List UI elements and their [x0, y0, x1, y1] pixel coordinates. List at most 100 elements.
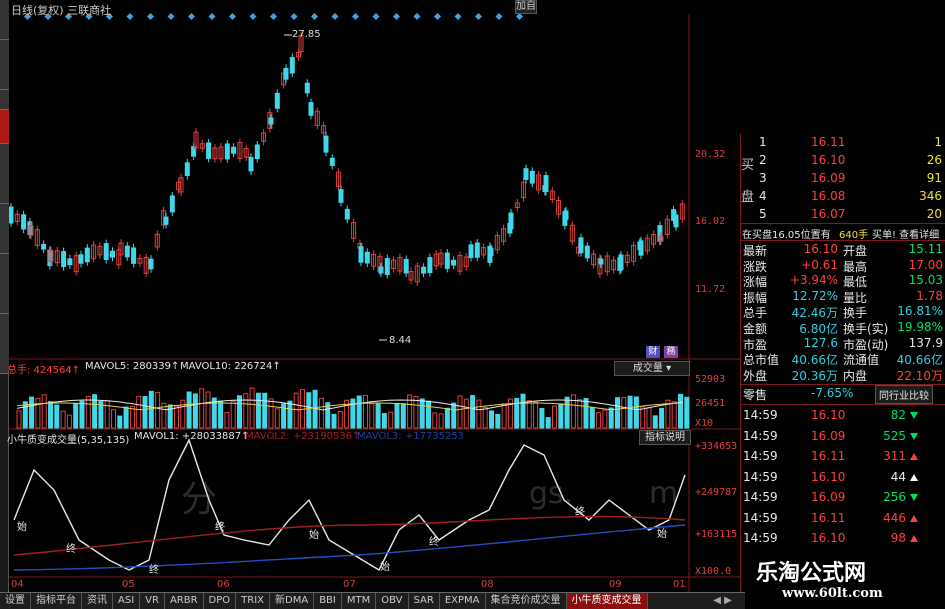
- indicator-tab[interactable]: OBV: [376, 593, 409, 609]
- sector-change: -7.65%: [811, 386, 854, 400]
- candle-body: [131, 247, 137, 264]
- bid-side-label: 买: [741, 158, 755, 173]
- volume-bar: [224, 412, 230, 429]
- indicator-tab[interactable]: BBI: [314, 593, 342, 609]
- bid-row-5[interactable]: 5 16.07 20: [741, 207, 945, 223]
- volume-bar: [394, 402, 400, 429]
- volume-bar: [255, 392, 261, 429]
- quote-field: 15.03: [908, 273, 943, 288]
- volume-bar: [482, 406, 488, 429]
- candle-body: [41, 243, 47, 250]
- volume-bar: [230, 400, 236, 429]
- quote-row: 振幅 12.72% 量比 1.78: [741, 289, 945, 305]
- info-diamond-icon: [392, 12, 401, 21]
- quote-row: 总市值 40.66亿 流通值 40.66亿: [741, 351, 945, 367]
- industry-compare-button[interactable]: 同行业比较: [875, 385, 933, 404]
- watermark-text: gs.: [529, 476, 574, 511]
- info-diamond-icon: [228, 12, 237, 21]
- quote-row: 最新 16.10 开盘 15.11: [741, 242, 945, 258]
- indicator-tab[interactable]: 新DMA: [270, 593, 315, 609]
- tab-scroll-arrows[interactable]: ◀ ▶: [700, 592, 745, 609]
- candle-body: [206, 142, 212, 159]
- volume-bar: [136, 395, 142, 429]
- arrow-down-icon: [910, 494, 918, 501]
- sector-row[interactable]: 零售 -7.65% 同行业比较: [741, 385, 945, 404]
- info-diamond-icon: [269, 12, 278, 21]
- candle-body: [488, 247, 494, 257]
- date-label: 09: [609, 579, 622, 590]
- left-tab[interactable]: [0, 40, 9, 90]
- info-diamond-icon: [474, 12, 483, 21]
- indicator-title: 小牛质变成交量(5,35,135): [7, 435, 130, 446]
- volume-bar: [476, 399, 482, 429]
- tick-price: 16.10: [811, 531, 846, 545]
- info-diamond-icon: [187, 12, 196, 21]
- left-tab[interactable]: [0, 204, 9, 254]
- volume-bar: [659, 407, 665, 429]
- mavol1-label: MAVOL1: +28033887↑: [134, 431, 250, 442]
- volume-bar: [268, 398, 274, 429]
- left-tab-strip[interactable]: [0, 0, 9, 592]
- left-tab-active[interactable]: [0, 110, 9, 144]
- volume-bar: [652, 415, 658, 429]
- info-diamond-icon: [372, 12, 380, 21]
- volume-bar: [73, 402, 79, 429]
- left-tab[interactable]: [0, 0, 9, 40]
- indicator-tab[interactable]: 集合竞价成交量: [486, 593, 567, 609]
- quote-row: 总手 42.46万 换手 16.81%: [741, 304, 945, 320]
- quote-field: 换手: [843, 306, 868, 321]
- indicator-tab[interactable]: ASI: [113, 593, 141, 609]
- volume-bar: [381, 413, 387, 429]
- indicator-tab[interactable]: TRIX: [236, 593, 271, 609]
- bid-row-2[interactable]: 2 16.10 26: [741, 153, 945, 169]
- mavol1-line: [13, 438, 686, 571]
- indicator-help-button[interactable]: 指标说明: [639, 430, 691, 445]
- indicator-axis-label: +249787: [695, 487, 738, 498]
- tick-price: 16.09: [811, 428, 846, 443]
- indicator-tab[interactable]: DPO: [204, 593, 237, 609]
- indicator-marker: 终: [149, 563, 159, 576]
- indicator-tab-bar[interactable]: 设置 指标平台 资讯 ASI VR ARBR DPO TRIX 新DMA BBI MTM OBV SAR…: [0, 592, 700, 609]
- indicator-tab[interactable]: VR: [140, 593, 165, 609]
- mavol10-line: [16, 402, 684, 411]
- indicator-axis-label: X100.0: [695, 566, 732, 577]
- volume-bar: [306, 392, 312, 429]
- quote-field: 市盈: [743, 337, 768, 352]
- arrow-up-icon: [910, 473, 918, 481]
- volume-bar: [29, 396, 35, 429]
- indicator-tab[interactable]: ARBR: [165, 593, 204, 609]
- big-order-notice[interactable]: 在买盘16.05位置有 640手 买单! 查看详细: [741, 225, 945, 241]
- finance-badge[interactable]: 财: [646, 346, 660, 358]
- add-button[interactable]: 加自: [515, 0, 537, 14]
- date-label: 06: [217, 579, 230, 590]
- indicator-tab[interactable]: 资讯: [82, 593, 113, 609]
- finance-badge[interactable]: 務: [664, 346, 678, 358]
- arrow-down-icon: [910, 432, 918, 440]
- left-tab[interactable]: [0, 144, 9, 204]
- indicator-tab[interactable]: 小牛质变成交量: [566, 593, 648, 609]
- chart-area[interactable]: 始终终终始始终终始 日线(复权) 三联商社 加自 20.32 16.02 11.…: [7, 0, 740, 592]
- indicator-tab[interactable]: MTM: [342, 593, 377, 609]
- indicator-tab[interactable]: 设置: [0, 593, 31, 609]
- volume-bar: [274, 408, 280, 429]
- indicator-tab[interactable]: SAR: [409, 593, 440, 609]
- candle-body: [148, 258, 154, 270]
- left-tab[interactable]: [0, 254, 9, 314]
- volume-bar: [602, 409, 608, 429]
- left-tab[interactable]: [0, 90, 9, 110]
- divider: [741, 240, 945, 241]
- candle-body: [474, 242, 480, 258]
- mavol10-label: MAVOL10: 226724↑: [180, 361, 281, 372]
- quote-field: 总市值: [743, 353, 780, 368]
- bid-row-4[interactable]: 4 16.08 346: [741, 189, 945, 205]
- volume-bar: [129, 405, 135, 429]
- info-diamond-icon: [249, 12, 257, 21]
- volume-indicator-select[interactable]: 成交量 ▾: [614, 361, 690, 376]
- indicator-tab[interactable]: EXPMA: [440, 593, 486, 609]
- candle-body: [110, 250, 115, 258]
- bid-row-3[interactable]: 3 16.09 91: [741, 171, 945, 187]
- indicator-tab[interactable]: 指标平台: [31, 593, 82, 609]
- volume-bar: [22, 401, 28, 429]
- quote-field: 6.80亿: [799, 322, 838, 336]
- bid-row-1[interactable]: 1 16.11 1: [741, 135, 945, 151]
